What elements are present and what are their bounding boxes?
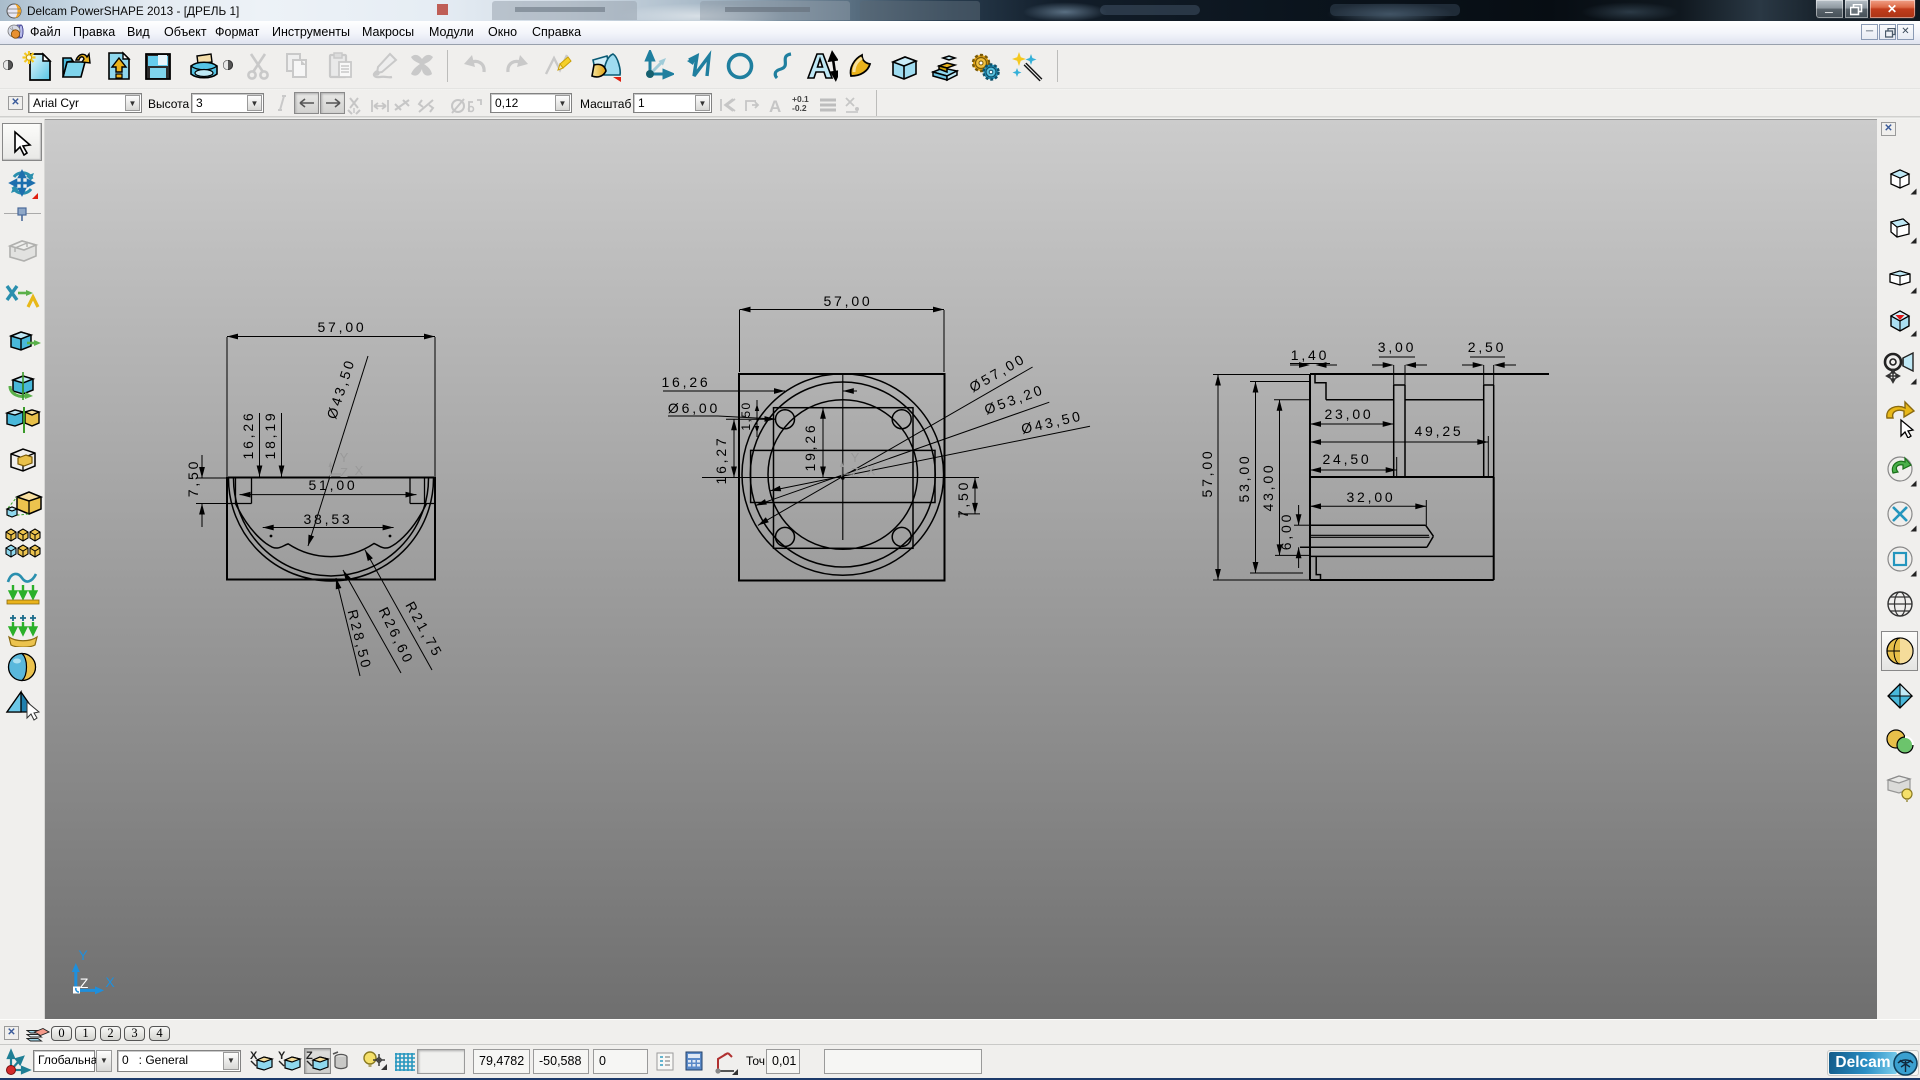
svg-text:Z: Z [80,975,89,991]
svg-text:7,50: 7,50 [955,480,971,518]
svg-text:2,50: 2,50 [1468,339,1506,355]
svg-text:23,00: 23,00 [1324,406,1373,422]
svg-text:51,00: 51,00 [308,477,357,493]
svg-text:16,26: 16,26 [661,374,710,390]
svg-text:Z: Z [851,465,859,480]
svg-text:Y: Y [278,1050,286,1062]
svg-text:19,26: 19,26 [802,422,818,471]
svg-text:7,50: 7,50 [185,459,201,497]
svg-text:24,50: 24,50 [1322,451,1371,467]
svg-text:Z: Z [306,1050,313,1062]
svg-text:16,27: 16,27 [713,435,729,484]
svg-text:43,00: 43,00 [1260,462,1276,511]
svg-text:32,00: 32,00 [1346,489,1395,505]
svg-text:A: A [769,97,781,116]
svg-text:1,40: 1,40 [1291,347,1329,363]
svg-text:38,53: 38,53 [303,511,352,527]
svg-text:1,50: 1,50 [739,401,753,430]
svg-text:X: X [250,1050,258,1062]
svg-text:18,19: 18,19 [262,410,278,459]
svg-text:57,00: 57,00 [317,319,366,335]
svg-text:X: X [355,463,364,478]
svg-text:Y: Y [78,947,88,963]
svg-text:Z: Z [340,465,348,480]
svg-text:57,00: 57,00 [823,293,872,309]
svg-text:53,00: 53,00 [1236,453,1252,502]
svg-text:3,00: 3,00 [1378,339,1416,355]
svg-text:Ø6,00: Ø6,00 [668,400,720,416]
svg-text:X: X [105,974,115,990]
svg-text:6,00: 6,00 [1278,512,1294,550]
svg-text:16,26: 16,26 [240,410,256,459]
svg-text:49,25: 49,25 [1414,423,1463,439]
svg-text:57,00: 57,00 [1199,448,1215,497]
svg-text:X: X [867,463,876,478]
svg-text:Y: Y [340,450,349,465]
svg-text:Y: Y [851,450,860,465]
